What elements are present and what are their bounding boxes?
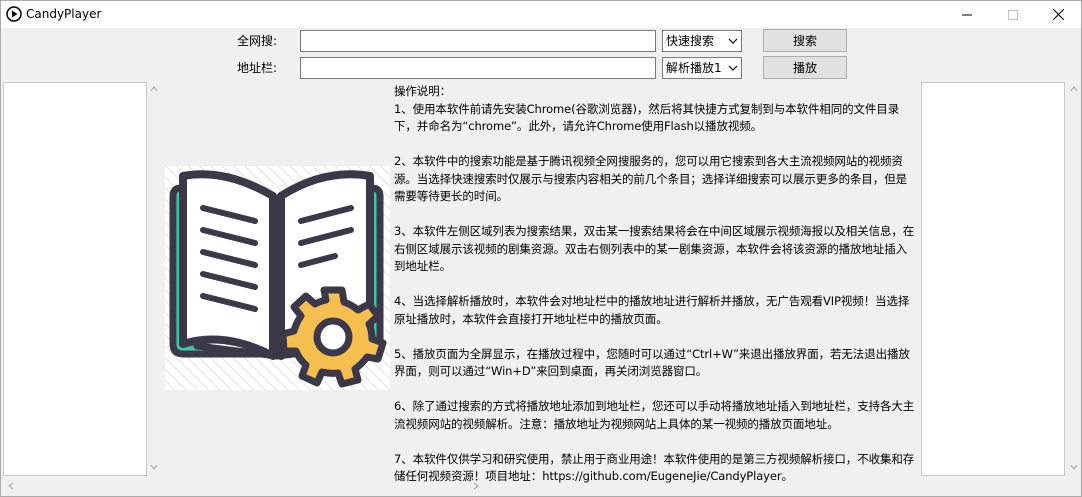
search-label: 全网搜: — [237, 34, 278, 48]
search-button[interactable]: 搜索 — [763, 29, 847, 52]
maximize-icon — [1008, 9, 1018, 20]
instruction-5: 5、播放页面为全屏显示，在播放过程中，您随时可以通过“Ctrl+W”来退出播放界… — [394, 346, 910, 379]
maximize-button[interactable] — [990, 1, 1036, 28]
instructions-heading: 操作说明： — [394, 84, 451, 98]
address-label: 地址栏: — [237, 61, 278, 75]
instruction-6: 6、除了通过搜索的方式将播放地址添加到地址栏，您还可以手动将播放地址插入到地址栏… — [394, 399, 915, 431]
instruction-1: 1、使用本软件前请先安装Chrome(谷歌浏览器)，然后将其快捷方式复制到与本软… — [394, 101, 900, 134]
close-button[interactable] — [1035, 1, 1081, 28]
play-mode-value: 解析播放1 — [666, 61, 722, 75]
scroll-up-icon[interactable] — [1069, 84, 1079, 94]
address-input[interactable] — [300, 57, 656, 79]
instruction-2: 2、本软件中的搜索功能是基于腾讯视频全网搜服务的，您可以用它搜索到各大主流视频网… — [394, 154, 907, 203]
scroll-down-icon[interactable] — [1069, 462, 1079, 472]
book-gear-icon — [165, 166, 390, 390]
title-bar[interactable]: CandyPlayer — [1, 1, 1081, 28]
search-results-list[interactable] — [3, 82, 147, 476]
search-input[interactable] — [300, 30, 656, 52]
instruction-7: 7、本软件仅供学习和研究使用，禁止用于商业用途！本软件使用的是第三方视频解析接口… — [394, 451, 915, 484]
play-button[interactable]: 播放 — [763, 56, 847, 79]
play-mode-select[interactable]: 解析播放1 — [662, 57, 742, 79]
chevron-down-icon — [728, 38, 738, 44]
window-title: CandyPlayer — [26, 7, 102, 21]
minimize-icon — [962, 14, 972, 15]
instruction-3: 3、本软件左侧区域列表为搜索结果，双击某一搜索结果将会在中间区域展示视频海报以及… — [394, 224, 915, 273]
instructions-text: 操作说明： 1、使用本软件前请先安装Chrome(谷歌浏览器)，然后将其快捷方式… — [394, 83, 916, 486]
app-window: CandyPlayer 全网搜: 快速搜索 搜索 地址栏: 解析播放1 播放 操… — [0, 0, 1082, 497]
scroll-up-icon[interactable] — [149, 84, 159, 94]
scroll-down-icon[interactable] — [149, 462, 159, 472]
search-mode-select[interactable]: 快速搜索 — [662, 30, 742, 52]
play-circle-icon — [6, 6, 22, 22]
chevron-down-icon — [728, 65, 738, 71]
close-icon — [1052, 9, 1064, 20]
scroll-left-icon[interactable] — [6, 481, 16, 491]
search-mode-value: 快速搜索 — [666, 34, 715, 48]
episode-list[interactable] — [921, 82, 1065, 476]
instruction-4: 4、当选择解析播放时，本软件会对地址栏中的播放地址进行解析并播放，无广告观看VI… — [394, 294, 910, 326]
minimize-button[interactable] — [944, 1, 990, 28]
